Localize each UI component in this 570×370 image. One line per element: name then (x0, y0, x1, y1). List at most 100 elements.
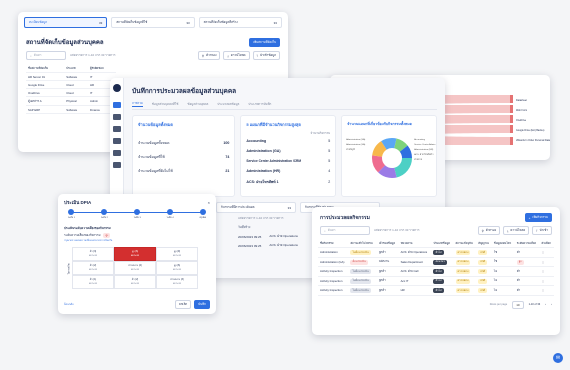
cell: ไม่ต้องประเมิน (348, 276, 377, 286)
download-button[interactable]: ⤓ ดาวน์โหลด (503, 226, 530, 235)
chat-icon[interactable]: ✉ (553, 353, 563, 363)
cancel-button[interactable]: ยกเลิก (174, 300, 192, 309)
table-row[interactable]: OneDrive Cloud IT (26, 88, 116, 97)
cell: ต่ำ (514, 266, 540, 277)
step-label: ระดับ 3 (133, 217, 141, 219)
chevron-right-icon[interactable]: › (551, 303, 552, 306)
table-row[interactable]: Administration (GA) ต้องประเมิน พนักงาน … (318, 257, 554, 267)
chart-icon[interactable] (113, 150, 121, 156)
cell: Software (64, 105, 88, 114)
step[interactable]: ระดับ 1 (68, 209, 75, 219)
card-title: จำนวนแผนกที่เกี่ยวข้องกับกิจกรรมทั้งหมด (347, 122, 412, 126)
table-row[interactable]: 20/06/2023 09:25 ACS: ฝ่าย Operations (238, 234, 298, 239)
cell: Cloud (64, 88, 88, 97)
matrix-cell[interactable]: ต่ำ (3) ผลกระทบ (72, 247, 114, 261)
status-badge: ตรวจสอบ (455, 259, 471, 265)
save-button[interactable]: บันทึก (194, 300, 210, 309)
tab-register[interactable]: ทะเบียนข้อมูล 33 (24, 17, 108, 28)
tab-used-data[interactable]: ข้อมูลส่วนบุคคลที่ใช้ (152, 102, 178, 107)
more-icon[interactable]: ⋮ (539, 266, 554, 277)
cell: Activity Inspection (318, 266, 349, 277)
button-label: บันทึก (198, 302, 206, 306)
more-icon[interactable]: ⋮ (539, 285, 554, 296)
export-button[interactable]: ⤒ นำเข้า (532, 226, 552, 235)
dashboard-icon[interactable] (113, 102, 121, 108)
list-icon[interactable] (113, 126, 121, 132)
document-icon[interactable] (113, 114, 121, 120)
filter-button[interactable]: ⚲ ตัวกรอง (197, 51, 221, 60)
cell: ปกติ (476, 247, 492, 258)
more-icon[interactable]: ⋮ (539, 247, 554, 258)
step[interactable]: ระดับ 4 (167, 209, 174, 219)
chevron-left-icon[interactable]: ‹ (545, 303, 546, 306)
tab-overview[interactable]: ภาพรวม (132, 101, 143, 107)
tab-storage-created[interactable]: สถานที่จัดเก็บข้อมูลที่สร้าง 33 (198, 17, 282, 28)
table-row[interactable]: Administration ไม่ต้องประเมิน ลูกค้า ACS… (318, 247, 554, 258)
matrix-cell[interactable]: ต่ำ (2) ผลกระทบ (114, 275, 156, 289)
more-icon[interactable]: ⋮ (539, 276, 554, 286)
dept-value: 2 (328, 180, 331, 184)
matrix-cell[interactable]: ปานกลาง (3) ผลกระทบ (156, 275, 198, 289)
add-activity-button[interactable]: + เพิ่มกิจกรรม (524, 213, 552, 222)
close-icon[interactable]: × (208, 200, 210, 205)
matrix-cell[interactable]: สูง (6) ผลกระทบ (156, 261, 198, 275)
column-header: ประเภท (64, 64, 88, 73)
column-header: หน่วยงาน (398, 239, 432, 248)
tab-assessed-activities[interactable]: กิจกรรมที่มีการประเมินผล 33 (216, 202, 296, 213)
stat-value: 74 (225, 155, 230, 159)
table-row[interactable]: ตู้เอกสาร A Physical Admin (26, 96, 116, 106)
cell: ไม่ (491, 285, 515, 296)
more-icon[interactable]: ⋮ (539, 257, 554, 267)
tab-processing[interactable]: ประมวลผลข้อมูล (217, 102, 239, 107)
cell: ใช่ (491, 257, 515, 267)
cell: ไม่ต้องประเมิน (348, 266, 377, 277)
download-button[interactable]: ⤓ ดาวน์โหลด (223, 51, 250, 60)
upload-icon: ⤒ (256, 53, 258, 58)
column-header: ผู้รับผิดชอบ (87, 64, 116, 73)
table-header: ชื่อกิจกรรม สถานะทั่วไป DPIA เจ้าของข้อม… (318, 239, 554, 248)
matrix-cell[interactable]: ต่ำ (1) ผลกระทบ (72, 275, 114, 289)
risk-note[interactable]: กรุณาตรวจสอบความเสี่ยงและมาตรการป้องกัน (64, 239, 210, 243)
table-row[interactable]: Google Drive Cloud HR (26, 80, 116, 89)
activities-table: ชื่อกิจกรรม สถานะทั่วไป DPIA เจ้าของข้อม… (318, 239, 554, 296)
matrix-cell[interactable]: ต่ำ (2) ผลกระทบ (72, 261, 114, 275)
search-input[interactable]: ⌕ ค้นหา (26, 51, 66, 60)
axis-label: โอกาสเกิด (67, 263, 71, 275)
matrix-cell[interactable]: ปานกลาง (4) ผลกระทบ (114, 261, 156, 275)
cell: OneDrive (26, 88, 65, 97)
settings-icon[interactable] (113, 162, 121, 168)
matrix-cell[interactable]: สูง (9) ผลกระทบ (156, 247, 198, 261)
matrix-sub: ผลกระทบ (88, 269, 98, 271)
tab-storage-used[interactable]: สถานที่จัดเก็บข้อมูลที่ใช้ 33 (111, 17, 195, 28)
per-page-select[interactable]: 10 (512, 300, 524, 309)
table-row[interactable]: SAP ERP Software Finance (26, 105, 116, 114)
stat-row: จำนวนข้อมูลที่ยังไม่ใช้ 21 (138, 168, 229, 174)
search-input[interactable]: ⌕ ค้นหา (320, 226, 370, 235)
add-storage-button[interactable]: เพิ่มสถานที่จัดเก็บ (249, 37, 280, 47)
table-row[interactable]: HR Server 01 Software IT (26, 72, 116, 81)
table-row[interactable]: Activity Inspection ไม่ต้องประเมิน ลูกค้… (318, 266, 554, 277)
filter-button[interactable]: ⚲ ตัวกรอง (477, 226, 501, 235)
dept-value: 5 (328, 149, 331, 153)
table-row[interactable]: 20/06/2023 09:25 ACS: ฝ่าย Operations (238, 243, 298, 248)
column-header: ชื่อสถานที่จัดเก็บ (26, 64, 65, 73)
matrix-cell-selected[interactable]: สูง (6) ผลกระทบ (114, 247, 156, 261)
risk-label: ระดับความเสี่ยงของกิจกรรม (64, 233, 101, 237)
step[interactable]: สรุปผล (199, 209, 206, 219)
back-button[interactable]: ย้อนกลับ (64, 303, 74, 307)
step[interactable]: ระดับ 3 (134, 209, 141, 219)
dpia-badge: ไม่ต้องประเมิน (350, 278, 371, 284)
tab-record-type[interactable]: ประเภทการบันทึก (248, 102, 271, 107)
sankey-target-label: xBoards In Order Personal Data (516, 139, 550, 142)
tab-personal-data[interactable]: ข้อมูลส่วนบุคคล (187, 102, 208, 107)
column-header: สถานะปัจจุบัน (453, 239, 477, 248)
tab-count: 33 (98, 20, 103, 25)
table-row[interactable]: Activity Inspection ไม่ต้องประเมิน ลูกค้… (318, 285, 554, 296)
result-count: แสดงรายการ 1-10 จาก 33 รายการ (374, 228, 420, 232)
signal-badge: ปกติ (478, 269, 488, 274)
sankey-target-label: OneDrive (516, 119, 527, 122)
folder-icon[interactable] (113, 138, 121, 144)
export-button[interactable]: ⤒ นำเข้าข้อมูล (252, 51, 280, 60)
table-row[interactable]: Activity Inspection ไม่ต้องประเมิน ลูกค้… (318, 276, 554, 286)
step[interactable]: ระดับ 2 (101, 209, 108, 219)
